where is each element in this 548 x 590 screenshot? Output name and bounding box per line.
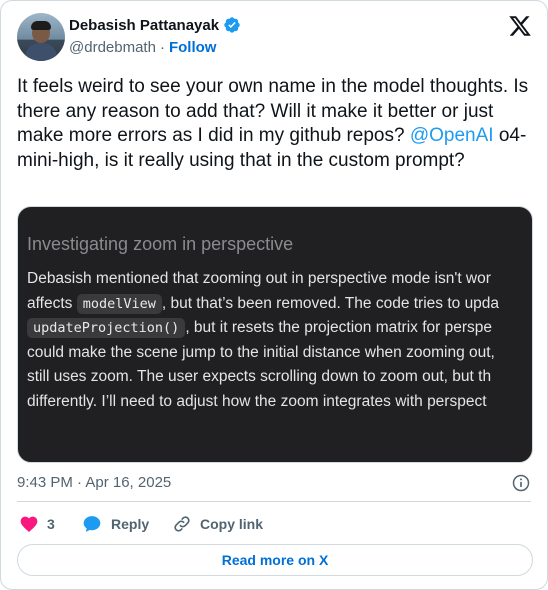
separator-dot: · (159, 39, 165, 56)
author-handle-row: @drdebmath · Follow (69, 39, 216, 56)
author-display-name[interactable]: Debasish Pattanayak (69, 17, 219, 34)
verified-badge-icon (224, 17, 240, 33)
inline-code: updateProjection() (27, 318, 186, 338)
inline-code: modelView (76, 293, 162, 314)
tweet-card: Debasish Pattanayak @drdebmath · Follow … (0, 0, 548, 590)
mention-link[interactable]: @OpenAI (410, 125, 494, 146)
like-count: 3 (47, 516, 55, 532)
media-line: affects modelView, but that’s been remov… (27, 292, 532, 317)
media-text: , but it resets the projection matrix fo… (185, 319, 493, 336)
tweet-timestamp[interactable]: 9:43 PM · Apr 16, 2025 (17, 474, 171, 491)
heart-icon (20, 516, 38, 532)
read-more-button[interactable]: Read more on X (17, 544, 533, 576)
divider (17, 501, 531, 502)
reply-button[interactable]: Reply (81, 511, 149, 537)
media-heading: Investigating zoom in perspective (27, 234, 294, 254)
media-line: could make the scene jump to the initial… (27, 343, 495, 361)
media-line: differently. I’ll need to adjust how the… (27, 392, 487, 410)
follow-button[interactable]: Follow (169, 39, 217, 56)
tweet-text: It feels weird to see your own name in t… (17, 75, 537, 173)
media-line: still uses zoom. The user expects scroll… (27, 368, 492, 385)
tweet-media-image[interactable]: Investigating zoom in perspective Debasi… (17, 206, 533, 463)
author-name-row: Debasish Pattanayak (69, 16, 241, 34)
avatar[interactable] (17, 13, 65, 61)
info-icon[interactable] (511, 473, 531, 493)
media-text: , but that’s been removed. The code trie… (161, 294, 500, 312)
copy-link-label: Copy link (200, 516, 264, 532)
media-line: updateProjection(), but it resets the pr… (27, 316, 532, 341)
reply-bubble-icon (83, 516, 101, 532)
link-icon (174, 516, 190, 532)
media-line: Debasish mentioned that zooming out in p… (27, 270, 491, 287)
x-logo-icon[interactable] (508, 14, 532, 38)
reply-label: Reply (111, 516, 150, 532)
media-paragraph: Debasish mentioned that zooming out in p… (27, 267, 532, 414)
like-button[interactable]: 3 (19, 511, 55, 537)
media-text: affects (27, 294, 77, 312)
copy-link-button[interactable]: Copy link (172, 511, 263, 537)
author-handle[interactable]: @drdebmath (69, 39, 156, 56)
